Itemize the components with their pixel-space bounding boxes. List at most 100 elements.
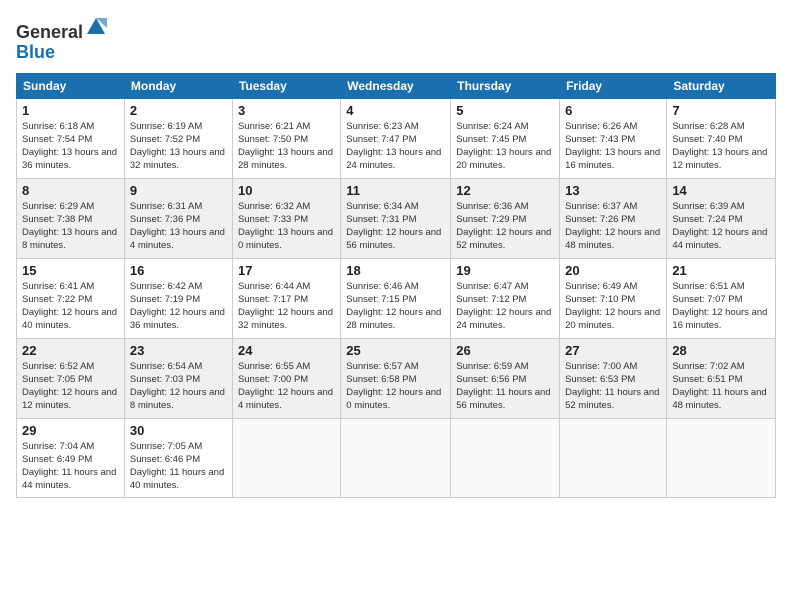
day-info: Sunrise: 6:21 AM Sunset: 7:50 PM Dayligh… [238,120,335,173]
calendar-cell: 26 Sunrise: 6:59 AM Sunset: 6:56 PM Dayli… [451,338,560,418]
calendar-cell: 1 Sunrise: 6:18 AM Sunset: 7:54 PM Daylig… [17,98,125,178]
day-number: 26 [456,343,554,358]
day-number: 27 [565,343,661,358]
day-number: 10 [238,183,335,198]
day-info: Sunrise: 6:51 AM Sunset: 7:07 PM Dayligh… [672,280,770,333]
day-info: Sunrise: 6:28 AM Sunset: 7:40 PM Dayligh… [672,120,770,173]
day-info: Sunrise: 6:41 AM Sunset: 7:22 PM Dayligh… [22,280,119,333]
calendar-cell: 4Sunrise: 6:23 AM Sunset: 7:47 PM Daylig… [341,98,451,178]
day-info: Sunrise: 6:37 AM Sunset: 7:26 PM Dayligh… [565,200,661,253]
day-info: Sunrise: 6:34 AM Sunset: 7:31 PM Dayligh… [346,200,445,253]
calendar-cell: 8 Sunrise: 6:29 AM Sunset: 7:38 PM Daylig… [17,178,125,258]
day-number: 12 [456,183,554,198]
calendar-week-4: 22 Sunrise: 6:52 AM Sunset: 7:05 PM Dayli… [17,338,776,418]
day-number: 6 [565,103,661,118]
weekday-header-friday: Friday [560,73,667,98]
day-number: 25 [346,343,445,358]
day-number: 11 [346,183,445,198]
logo-blue: Blue [16,42,55,62]
day-number: 8 [22,183,119,198]
day-number: 9 [130,183,227,198]
day-info: Sunrise: 6:23 AM Sunset: 7:47 PM Dayligh… [346,120,445,173]
day-info: Sunrise: 7:04 AM Sunset: 6:49 PM Dayligh… [22,440,119,493]
calendar-cell: 27Sunrise: 7:00 AM Sunset: 6:53 PM Dayli… [560,338,667,418]
day-info: Sunrise: 6:47 AM Sunset: 7:12 PM Dayligh… [456,280,554,333]
day-number: 29 [22,423,119,438]
day-info: Sunrise: 6:36 AM Sunset: 7:29 PM Dayligh… [456,200,554,253]
calendar-cell: 7Sunrise: 6:28 AM Sunset: 7:40 PM Daylig… [667,98,776,178]
calendar-cell: 29 Sunrise: 7:04 AM Sunset: 6:49 PM Dayli… [17,418,125,497]
calendar-cell: 6 Sunrise: 6:26 AM Sunset: 7:43 PM Daylig… [560,98,667,178]
day-info: Sunrise: 6:32 AM Sunset: 7:33 PM Dayligh… [238,200,335,253]
weekday-header-thursday: Thursday [451,73,560,98]
calendar-cell: 10 Sunrise: 6:32 AM Sunset: 7:33 PM Dayli… [232,178,340,258]
day-info: Sunrise: 6:19 AM Sunset: 7:52 PM Dayligh… [130,120,227,173]
day-info: Sunrise: 6:26 AM Sunset: 7:43 PM Dayligh… [565,120,661,173]
weekday-header-sunday: Sunday [17,73,125,98]
calendar-cell [451,418,560,497]
calendar-cell [232,418,340,497]
calendar-cell: 28 Sunrise: 7:02 AM Sunset: 6:51 PM Dayli… [667,338,776,418]
calendar-week-1: 1 Sunrise: 6:18 AM Sunset: 7:54 PM Daylig… [17,98,776,178]
day-info: Sunrise: 6:44 AM Sunset: 7:17 PM Dayligh… [238,280,335,333]
calendar-week-3: 15 Sunrise: 6:41 AM Sunset: 7:22 PM Dayli… [17,258,776,338]
calendar-table: SundayMondayTuesdayWednesdayThursdayFrid… [16,73,776,498]
day-number: 16 [130,263,227,278]
day-number: 17 [238,263,335,278]
day-number: 2 [130,103,227,118]
day-info: Sunrise: 7:02 AM Sunset: 6:51 PM Dayligh… [672,360,770,413]
day-info: Sunrise: 6:52 AM Sunset: 7:05 PM Dayligh… [22,360,119,413]
day-info: Sunrise: 6:54 AM Sunset: 7:03 PM Dayligh… [130,360,227,413]
day-number: 24 [238,343,335,358]
logo: General Blue [16,16,107,63]
weekday-header-tuesday: Tuesday [232,73,340,98]
day-number: 21 [672,263,770,278]
calendar-cell [560,418,667,497]
day-info: Sunrise: 6:24 AM Sunset: 7:45 PM Dayligh… [456,120,554,173]
day-number: 1 [22,103,119,118]
calendar-cell: 24 Sunrise: 6:55 AM Sunset: 7:00 PM Dayli… [232,338,340,418]
calendar-cell: 2 Sunrise: 6:19 AM Sunset: 7:52 PM Daylig… [124,98,232,178]
weekday-header-row: SundayMondayTuesdayWednesdayThursdayFrid… [17,73,776,98]
day-number: 3 [238,103,335,118]
day-info: Sunrise: 6:49 AM Sunset: 7:10 PM Dayligh… [565,280,661,333]
day-number: 23 [130,343,227,358]
calendar-cell: 14Sunrise: 6:39 AM Sunset: 7:24 PM Dayli… [667,178,776,258]
calendar-cell [667,418,776,497]
calendar-cell: 25Sunrise: 6:57 AM Sunset: 6:58 PM Dayli… [341,338,451,418]
logo-general: General [16,22,83,42]
day-info: Sunrise: 6:31 AM Sunset: 7:36 PM Dayligh… [130,200,227,253]
day-number: 18 [346,263,445,278]
day-number: 13 [565,183,661,198]
day-number: 19 [456,263,554,278]
calendar-cell: 5Sunrise: 6:24 AM Sunset: 7:45 PM Daylig… [451,98,560,178]
day-number: 15 [22,263,119,278]
day-number: 22 [22,343,119,358]
day-info: Sunrise: 6:42 AM Sunset: 7:19 PM Dayligh… [130,280,227,333]
calendar-cell: 19 Sunrise: 6:47 AM Sunset: 7:12 PM Dayli… [451,258,560,338]
calendar-cell: 11 Sunrise: 6:34 AM Sunset: 7:31 PM Dayli… [341,178,451,258]
day-number: 20 [565,263,661,278]
logo-icon [85,16,107,38]
calendar-cell: 30Sunrise: 7:05 AM Sunset: 6:46 PM Dayli… [124,418,232,497]
day-info: Sunrise: 6:18 AM Sunset: 7:54 PM Dayligh… [22,120,119,173]
calendar-cell: 18 Sunrise: 6:46 AM Sunset: 7:15 PM Dayli… [341,258,451,338]
page: General Blue SundayMondayTuesdayWednesda… [0,0,792,612]
day-number: 30 [130,423,227,438]
day-info: Sunrise: 6:59 AM Sunset: 6:56 PM Dayligh… [456,360,554,413]
day-number: 28 [672,343,770,358]
header: General Blue [16,16,776,63]
calendar-cell: 15 Sunrise: 6:41 AM Sunset: 7:22 PM Dayli… [17,258,125,338]
calendar-cell: 17 Sunrise: 6:44 AM Sunset: 7:17 PM Dayli… [232,258,340,338]
calendar-cell: 16 Sunrise: 6:42 AM Sunset: 7:19 PM Dayli… [124,258,232,338]
calendar-cell: 13 Sunrise: 6:37 AM Sunset: 7:26 PM Dayli… [560,178,667,258]
calendar-week-5: 29 Sunrise: 7:04 AM Sunset: 6:49 PM Dayli… [17,418,776,497]
weekday-header-wednesday: Wednesday [341,73,451,98]
calendar-cell: 23 Sunrise: 6:54 AM Sunset: 7:03 PM Dayli… [124,338,232,418]
day-info: Sunrise: 6:55 AM Sunset: 7:00 PM Dayligh… [238,360,335,413]
day-info: Sunrise: 6:46 AM Sunset: 7:15 PM Dayligh… [346,280,445,333]
calendar-cell: 22 Sunrise: 6:52 AM Sunset: 7:05 PM Dayli… [17,338,125,418]
calendar-cell: 12 Sunrise: 6:36 AM Sunset: 7:29 PM Dayli… [451,178,560,258]
weekday-header-saturday: Saturday [667,73,776,98]
day-info: Sunrise: 6:29 AM Sunset: 7:38 PM Dayligh… [22,200,119,253]
